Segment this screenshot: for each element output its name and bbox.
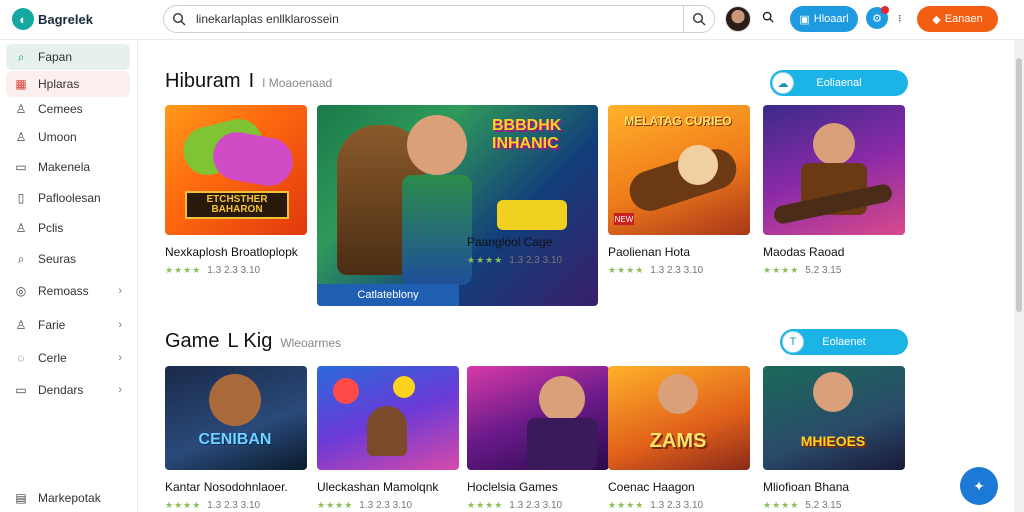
logo[interactable]: ◐ Bagrelek — [12, 8, 93, 30]
search-bar[interactable] — [163, 5, 715, 33]
tag-icon: T — [782, 331, 804, 353]
section-title-game: Game L Kig Wleoarmes — [165, 330, 341, 352]
game-card[interactable]: MHIEOES Mliofioan Bhana ★★★★ 5.2 3.15 — [763, 366, 905, 511]
rating-stars: ★★★★ — [608, 265, 645, 275]
sidebar-item-dendars[interactable]: ▭ Dendars › — [6, 377, 130, 403]
sidebar-item-pclis[interactable]: ♙ Pclis — [6, 215, 130, 241]
game-art-text: ETCHSTHER BAHARON — [185, 191, 289, 219]
sidebar-item-farie[interactable]: ♙ Farie › — [6, 312, 130, 338]
logo-icon: ◐ — [12, 8, 34, 30]
main-content: Hiburam I I Moaoenaad ☁ Eoliaenal ETCHST… — [138, 40, 1014, 512]
search-submit-icon[interactable] — [692, 12, 706, 26]
game-art-text: MHIEOES — [800, 433, 866, 449]
game-thumbnail — [467, 366, 609, 470]
orange-action-button[interactable]: ◆ Eanaen — [917, 6, 998, 32]
search-icon: ⌕ — [17, 49, 25, 64]
chat-icon: ◌ — [17, 351, 25, 365]
rating-stars: ★★★★ — [467, 500, 504, 510]
avatar[interactable] — [725, 6, 751, 32]
sidebar-item-seuras[interactable]: ⌕ Seuras — [6, 246, 130, 272]
rating-stars: ★★★★ — [763, 265, 800, 275]
rating-stars: ★★★★ — [608, 500, 645, 510]
game-card[interactable]: ZAMS Coenac Haagon ★★★★ 1.3 2.3 3.10 — [608, 366, 750, 511]
chevron-right-icon: › — [118, 285, 122, 297]
game-thumbnail: MHIEOES — [763, 366, 905, 470]
sidebar-item-cemees[interactable]: ♙ Cemees — [6, 96, 130, 122]
sidebar-item-fapan[interactable]: ⌕ Fapan — [6, 44, 130, 70]
game-thumbnail: CENIBAN — [165, 366, 307, 470]
logo-text: Bagrelek — [38, 11, 93, 27]
rating-stars: ★★★★ — [165, 265, 202, 275]
game-thumbnail: ETCHSTHER BAHARON — [165, 105, 307, 235]
sidebar-item-cerle[interactable]: ◌ Cerle › — [6, 345, 130, 371]
game-art-text: CENIBAN — [198, 431, 272, 448]
sidebar-footer-item[interactable]: ▤ Markepotak — [6, 485, 130, 511]
search-input[interactable] — [196, 12, 675, 26]
game-card[interactable]: Paanglool Cage ★★★★ 1.3 2.3 3.10 — [467, 235, 609, 266]
game-card[interactable]: Hoclelsia Games ★★★★ 1.3 2.3 3.10 — [467, 366, 609, 511]
game-thumbnail — [317, 366, 459, 470]
game-thumbnail: ZAMS — [608, 366, 750, 470]
scrollbar[interactable] — [1014, 40, 1024, 512]
user-icon: ♙ — [15, 318, 27, 332]
chevron-right-icon: › — [118, 352, 122, 364]
sidebar-item-remoass[interactable]: ◎ Remoass › — [6, 278, 130, 304]
sidebar-item-makenela[interactable]: ▭ Makenela — [6, 154, 130, 180]
rating-stars: ★★★★ — [317, 500, 354, 510]
card-tag: NEW — [614, 213, 634, 225]
rating-stars: ★★★★ — [467, 255, 504, 265]
top-bar: ◐ Bagrelek ▣ Hloaarl ⚙ ⁝ ◆ Eanaen — [0, 0, 1024, 40]
search-icon: ⌕ — [17, 251, 25, 266]
section-button-2[interactable]: T Eolaenet — [780, 329, 908, 355]
book-icon: ▭ — [15, 383, 27, 397]
sidebar-item-umoon[interactable]: ♙ Umoon — [6, 124, 130, 150]
game-icon: ▦ — [15, 77, 27, 91]
sidebar-item-pafloolesan[interactable]: ▯ Pafloolesan — [6, 185, 130, 211]
primary-action-button[interactable]: ▣ Hloaarl — [790, 6, 858, 32]
search-icon[interactable] — [762, 11, 774, 23]
feature-headline: BBBDHK INHANIC — [492, 117, 562, 152]
notification-badge — [881, 6, 889, 14]
game-art-text: ZAMS — [649, 429, 707, 452]
section-title-hiburam: Hiburam I I Moaoenaad — [165, 70, 333, 92]
section-button-1[interactable]: ☁ Eoliaenal — [770, 70, 908, 96]
target-icon: ◎ — [15, 284, 27, 298]
game-card[interactable]: MELATAG CURIEO NEW Paolienan Hota ★★★★ 1… — [608, 105, 750, 276]
game-art-text: MELATAG CURIEO — [624, 114, 732, 128]
flame-icon: ◆ — [932, 13, 941, 26]
featured-game-banner[interactable]: BBBDHK INHANIC Catlateblony — [317, 105, 598, 306]
more-icon[interactable]: ⁝ — [898, 12, 902, 25]
chevron-right-icon: › — [118, 384, 122, 396]
game-thumbnail — [763, 105, 905, 235]
game-card[interactable]: Uleckashan Mamolqnk ★★★★ 1.3 2.3 3.10 — [317, 366, 459, 511]
game-card[interactable]: Maodas Raoad ★★★★ 5.2 3.15 — [763, 105, 905, 276]
sidebar: ⌕ Fapan ▦ Hplaras ♙ Cemees ♙ Umoon ▭ Mak… — [0, 40, 138, 512]
sidebar-item-hplaras[interactable]: ▦ Hplaras — [6, 71, 130, 97]
floating-action-button[interactable]: ✦ — [960, 467, 998, 505]
calendar-icon: ▣ — [799, 13, 810, 26]
user-icon: ♙ — [15, 102, 27, 116]
game-thumbnail: MELATAG CURIEO NEW — [608, 105, 750, 235]
user-icon: ♙ — [15, 130, 27, 144]
search-divider — [683, 5, 684, 33]
rating-stars: ★★★★ — [763, 500, 800, 510]
game-card[interactable]: CENIBAN Kantar Nosodohnlaoer. ★★★★ 1.3 2… — [165, 366, 307, 511]
notification-icon[interactable]: ⚙ — [866, 6, 889, 29]
scrollbar-thumb[interactable] — [1016, 58, 1022, 312]
cloud-icon: ☁ — [772, 72, 794, 94]
search-icon — [172, 12, 186, 26]
rating-stars: ★★★★ — [165, 500, 202, 510]
sparkle-icon: ✦ — [973, 477, 985, 494]
book-icon: ▭ — [15, 160, 27, 174]
feature-caption: Catlateblony — [317, 284, 459, 306]
game-card[interactable]: ETCHSTHER BAHARON Nexkaplosh Broatloplop… — [165, 105, 307, 276]
store-icon: ▤ — [15, 491, 27, 505]
file-icon: ▯ — [17, 191, 25, 205]
user-icon: ♙ — [15, 221, 27, 235]
chevron-right-icon: › — [118, 319, 122, 331]
